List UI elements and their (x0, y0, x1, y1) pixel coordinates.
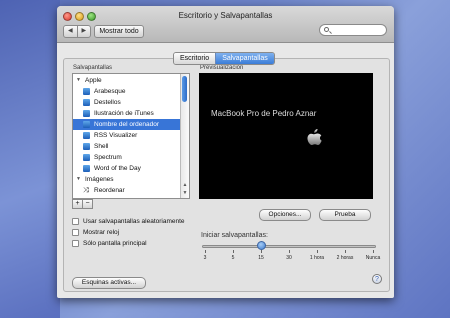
tab-escritorio[interactable]: Escritorio (174, 53, 216, 64)
search-field[interactable] (319, 24, 387, 36)
back-button[interactable]: ◀ (64, 26, 78, 37)
checkbox-box[interactable] (72, 240, 79, 247)
shuffle-icon: ⤨ (83, 187, 89, 194)
disclosure-triangle-icon[interactable]: ▼ (76, 75, 81, 86)
start-slider-knob[interactable] (256, 241, 266, 250)
tab-bar: Escritorio Salvapantallas (173, 52, 275, 65)
list-item[interactable]: Ilustración de iTunes (73, 108, 181, 119)
preview-area: MacBook Pro de Pedro Aznar (199, 73, 373, 199)
preferences-window: Escritorio y Salvapantallas ◀ ▶ Mostrar … (57, 6, 394, 298)
scroll-thumb[interactable] (182, 76, 187, 102)
list-item[interactable]: Spectrum (73, 152, 181, 163)
list-item-selected[interactable]: Nombre del ordenador (73, 119, 181, 130)
screensaver-icon (83, 88, 90, 95)
scroll-up-arrow-icon[interactable]: ▲ (181, 182, 189, 190)
start-slider-label: Iniciar salvapantallas: (201, 232, 268, 239)
screensaver-icon (83, 154, 90, 161)
screensaver-icon (83, 121, 90, 128)
options-button[interactable]: Opciones... (259, 209, 311, 221)
nav-buttons: ◀ ▶ (63, 25, 91, 38)
computer-name: MacBook Pro de Pedro Aznar (211, 109, 317, 118)
list-add-remove: + − (72, 199, 93, 209)
slider-tick-label: 5 (231, 255, 235, 261)
screensaver-icon (83, 99, 90, 106)
slider-tick (317, 250, 318, 253)
disclosure-triangle-icon[interactable]: ▼ (76, 174, 81, 185)
list-item[interactable]: Shell (73, 141, 181, 152)
slider-tick-label: 3 (203, 255, 207, 261)
list-item[interactable]: ⤨ Reordenar (73, 185, 181, 196)
list-item[interactable]: Word of the Day (73, 163, 181, 174)
add-button[interactable]: + (72, 199, 83, 209)
checkbox-box[interactable] (72, 218, 79, 225)
slider-tick (345, 250, 346, 253)
list-item[interactable]: Arabesque (73, 86, 181, 97)
test-button[interactable]: Prueba (319, 209, 371, 221)
screensaver-icon (83, 110, 90, 117)
slider-tick (289, 250, 290, 253)
checkbox-box[interactable] (72, 229, 79, 236)
forward-button[interactable]: ▶ (78, 26, 91, 37)
list-item[interactable]: Destellos (73, 97, 181, 108)
screensaver-icon (83, 143, 90, 150)
screensaver-list[interactable]: ▼ Apple Arabesque Destellos Ilustración … (72, 73, 190, 199)
list-item[interactable]: RSS Visualizer (73, 130, 181, 141)
slider-tick-label: 2 horas (336, 255, 354, 261)
search-icon (324, 27, 329, 32)
slider-tick (261, 250, 262, 253)
show-all-button[interactable]: Mostrar todo (94, 25, 144, 38)
scroll-down-arrow-icon[interactable]: ▼ (181, 190, 189, 198)
window-title: Escritorio y Salvapantallas (178, 11, 273, 20)
hot-corners-button[interactable]: Esquinas activas... (72, 277, 146, 289)
slider-tick-label: Nunca (365, 255, 381, 261)
list-group-apple[interactable]: ▼ Apple (73, 75, 181, 86)
apple-logo-icon (307, 129, 322, 145)
desktop-background (0, 0, 60, 318)
tab-salvapantallas[interactable]: Salvapantallas (215, 53, 274, 64)
list-header: Salvapantallas (73, 65, 113, 71)
list-scrollbar[interactable]: ▲ ▼ (180, 74, 189, 198)
help-button[interactable]: ? (372, 274, 382, 284)
screensaver-panel: Salvapantallas Previsualización ▼ Apple … (63, 58, 390, 292)
slider-tick-label: 15 (258, 255, 264, 261)
screensaver-icon (83, 165, 90, 172)
slider-tick (205, 250, 206, 253)
screensaver-icon (83, 132, 90, 139)
preview-header: Previsualización (200, 65, 244, 71)
start-slider-track[interactable] (202, 245, 376, 248)
slider-tick-label: 30 (286, 255, 292, 261)
slider-tick (373, 250, 374, 253)
slider-tick (233, 250, 234, 253)
list-group-imagenes[interactable]: ▼ Imágenes (73, 174, 181, 185)
slider-tick-label: 1 hora (309, 255, 325, 261)
remove-button[interactable]: − (83, 199, 93, 209)
title-bar: Escritorio y Salvapantallas ◀ ▶ Mostrar … (57, 6, 394, 43)
